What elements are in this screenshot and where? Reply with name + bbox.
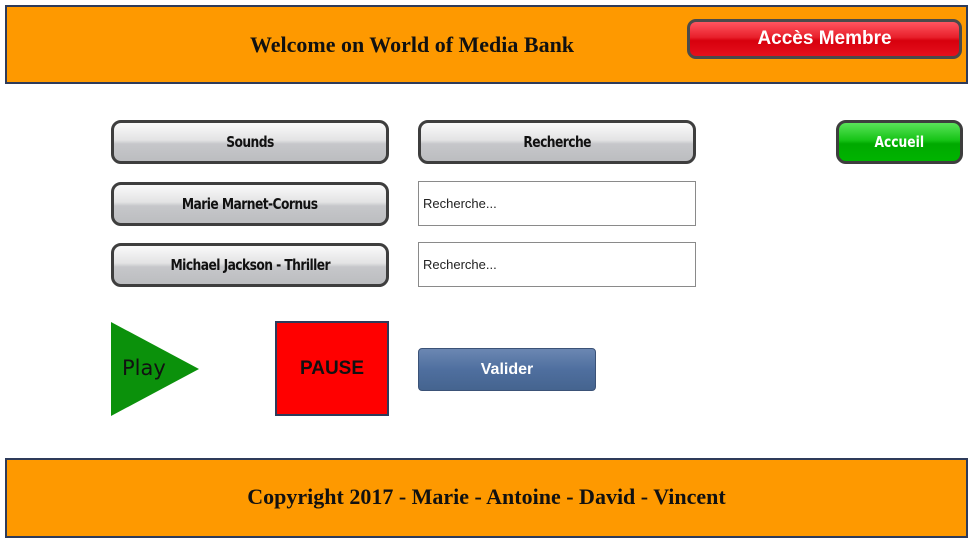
search-input-1[interactable]: [418, 181, 696, 226]
footer-banner: Copyright 2017 - Marie - Antoine - David…: [5, 458, 968, 538]
play-button[interactable]: Play: [110, 321, 200, 417]
sounds-button[interactable]: Sounds: [111, 120, 389, 164]
recherche-button-label: Recherche: [523, 133, 591, 151]
track-button-michael-jackson-thriller[interactable]: Michael Jackson - Thriller: [111, 243, 389, 287]
member-access-button[interactable]: Accès Membre: [687, 19, 962, 59]
search-input-2[interactable]: [418, 242, 696, 287]
sounds-button-label: Sounds: [226, 133, 274, 151]
copyright-text: Copyright 2017 - Marie - Antoine - David…: [247, 484, 726, 509]
play-label: Play: [122, 356, 166, 380]
track-button-label: Marie Marnet-Cornus: [182, 195, 318, 213]
pause-button[interactable]: PAUSE: [275, 321, 389, 416]
track-button-marie-marnet-cornus[interactable]: Marie Marnet-Cornus: [111, 182, 389, 226]
valider-button[interactable]: Valider: [418, 348, 596, 391]
accueil-button-label: Accueil: [874, 133, 925, 151]
track-button-label: Michael Jackson - Thriller: [170, 256, 330, 274]
header-banner: Welcome on World of Media Bank Accès Mem…: [5, 5, 968, 84]
recherche-button[interactable]: Recherche: [418, 120, 696, 164]
accueil-button[interactable]: Accueil: [836, 120, 963, 164]
